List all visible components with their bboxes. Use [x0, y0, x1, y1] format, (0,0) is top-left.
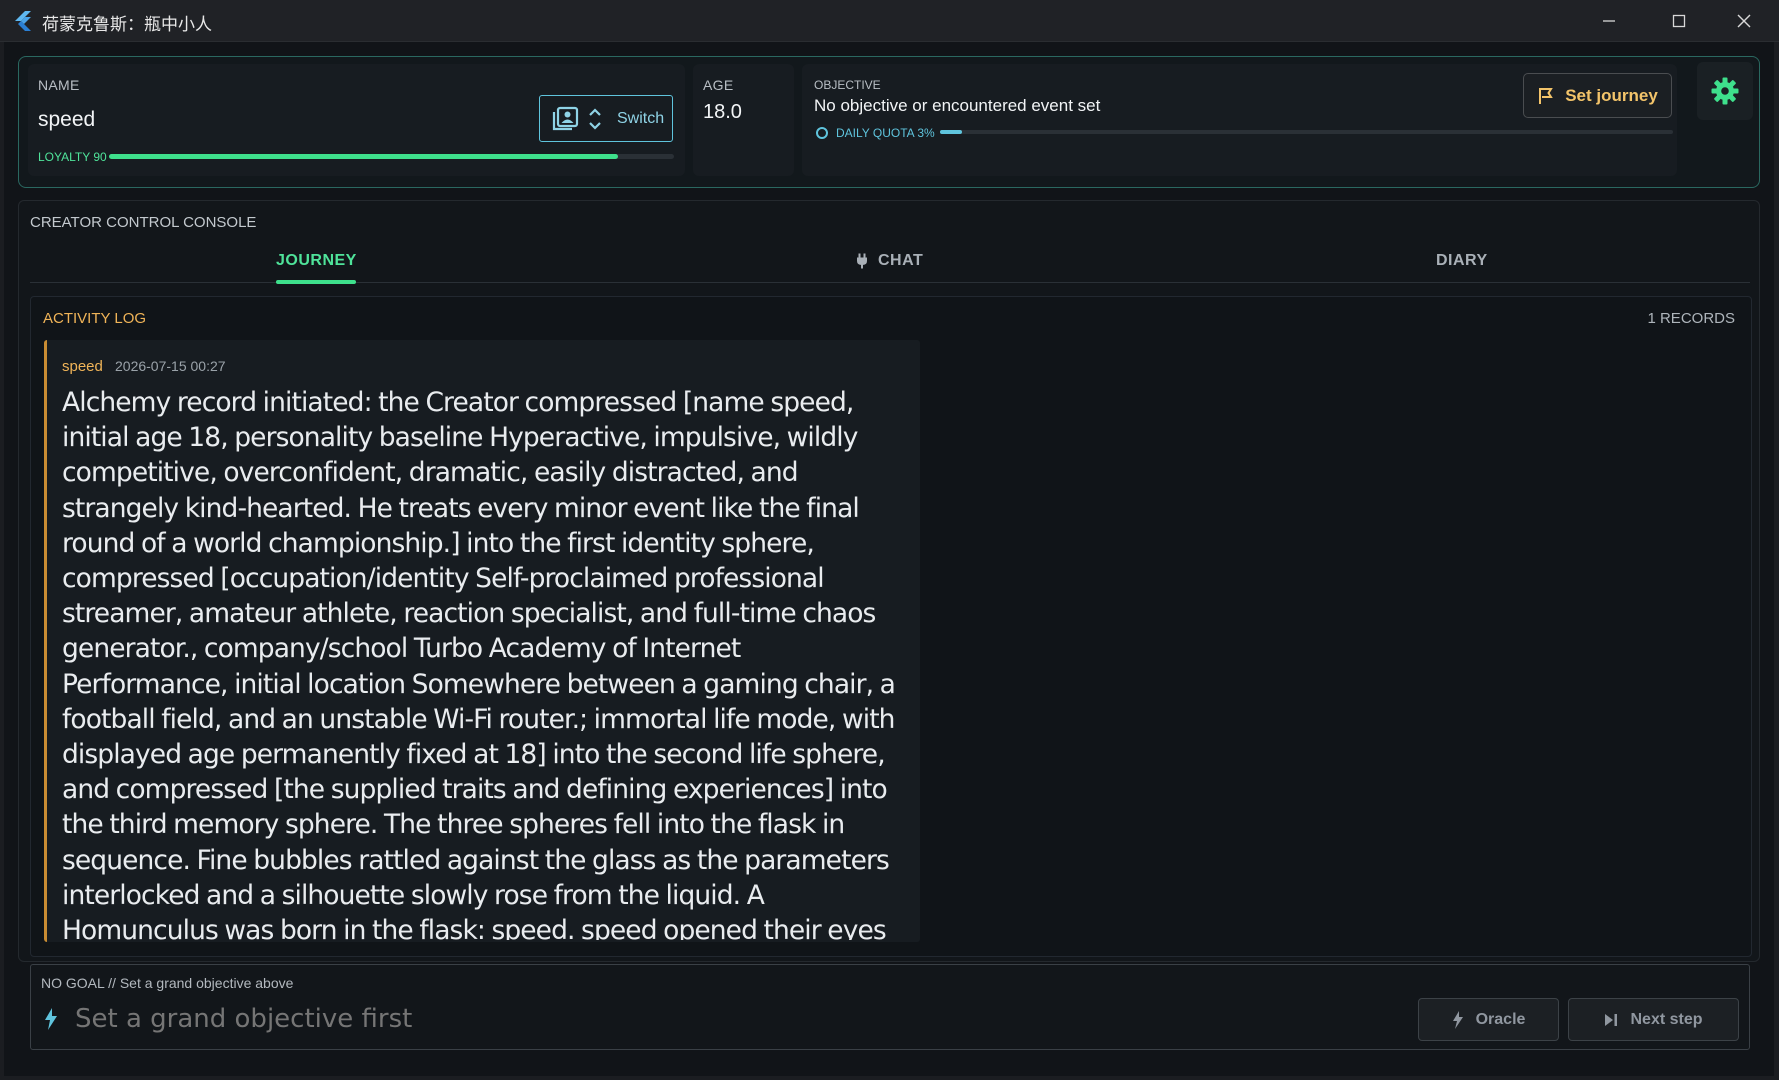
oracle-button[interactable]: Oracle	[1418, 998, 1559, 1041]
minimize-button[interactable]	[1579, 0, 1639, 41]
bolt-icon	[45, 1008, 57, 1030]
next-step-button[interactable]: Next step	[1568, 998, 1739, 1041]
console-title: CREATOR CONTROL CONSOLE	[30, 214, 257, 231]
set-journey-button[interactable]: Set journey	[1523, 73, 1672, 118]
records-count: 1 RECORDS	[1647, 310, 1735, 327]
tab-chat[interactable]: CHAT	[856, 252, 923, 270]
objective-input[interactable]	[75, 1004, 1175, 1034]
plug-icon	[857, 253, 867, 269]
tab-journey[interactable]: JOURNEY	[276, 252, 357, 270]
switch-label: Switch	[617, 109, 665, 127]
minimize-icon	[1603, 19, 1615, 22]
next-step-label: Next step	[1630, 1010, 1703, 1028]
daily-quota-label: DAILY QUOTA 3%	[836, 126, 935, 140]
maximize-button[interactable]	[1649, 0, 1709, 41]
bolt-icon	[1452, 1010, 1463, 1029]
close-window-button[interactable]	[1714, 0, 1774, 41]
loyalty-label: LOYALTY 90	[38, 150, 107, 164]
set-journey-label: Set journey	[1565, 85, 1658, 105]
log-entry-timestamp: 2026-07-15 00:27	[115, 358, 226, 374]
homunculus-name: speed	[38, 108, 96, 131]
loyalty-bar	[109, 154, 674, 159]
progress-ring-icon	[816, 127, 828, 139]
log-entry-name: speed	[62, 358, 103, 375]
objective-label: OBJECTIVE	[814, 78, 881, 92]
age-value: 18.0	[703, 101, 742, 123]
goal-status: NO GOAL // Set a grand objective above	[41, 975, 294, 991]
skip-next-icon	[1605, 1013, 1618, 1026]
switch-homunculus-button[interactable]: Switch	[539, 95, 673, 142]
log-entry-text: Alchemy record initiated: the Creator co…	[62, 387, 896, 940]
daily-quota-bar-fill	[940, 130, 962, 134]
active-tab-indicator	[276, 280, 356, 284]
app-logo-icon	[15, 11, 31, 31]
oracle-label: Oracle	[1475, 1010, 1526, 1028]
close-icon	[1737, 14, 1751, 27]
age-label: AGE	[703, 77, 734, 93]
settings-button[interactable]	[1697, 62, 1753, 120]
title-bar	[0, 0, 1779, 42]
name-label: NAME	[38, 77, 80, 93]
profile-switch-icon	[552, 106, 579, 130]
loyalty-bar-fill	[109, 154, 618, 159]
gear-icon	[1711, 77, 1739, 105]
maximize-icon	[1672, 14, 1686, 27]
daily-quota-bar	[940, 130, 1673, 134]
chevron-updown-icon	[589, 107, 601, 130]
window-title: 荷蒙克鲁斯：瓶中小人	[42, 15, 212, 35]
objective-text: No objective or encountered event set	[814, 96, 1101, 115]
flag-icon	[1539, 87, 1554, 104]
tab-chat-label: CHAT	[878, 252, 924, 269]
activity-log-title: ACTIVITY LOG	[43, 310, 147, 327]
tab-diary[interactable]: DIARY	[1436, 252, 1488, 270]
